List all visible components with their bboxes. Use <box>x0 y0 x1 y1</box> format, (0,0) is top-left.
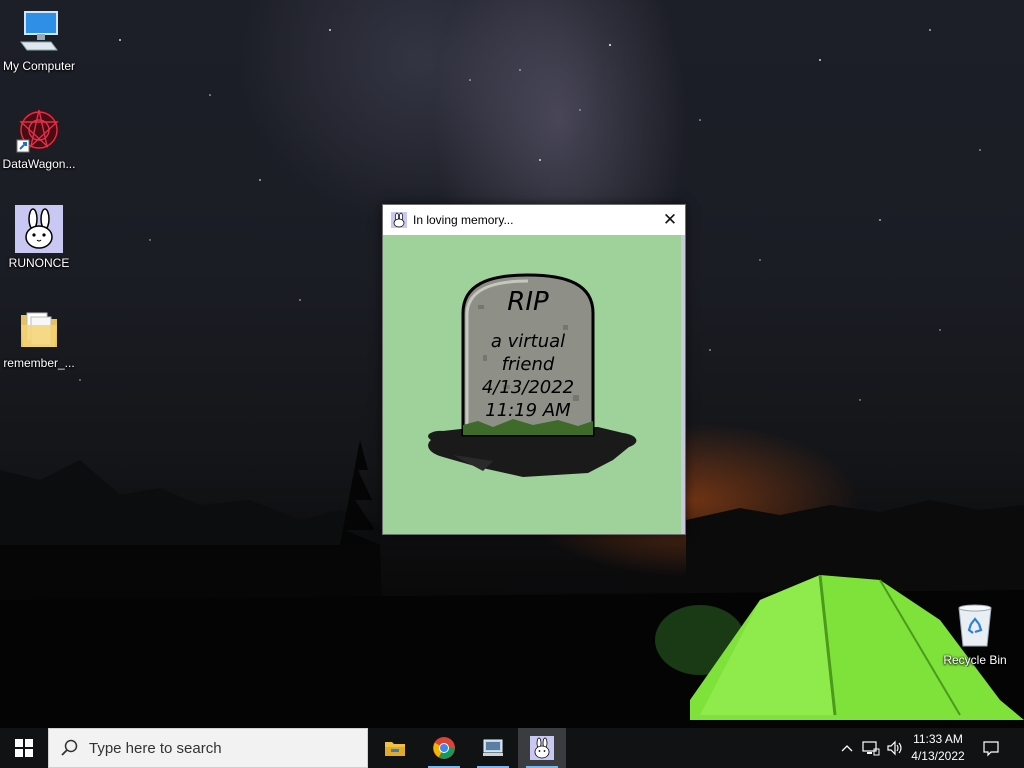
taskbar-network-app[interactable] <box>469 728 517 768</box>
window-content: RIP a virtual friend 4/13/2022 11:19 AM <box>383 235 681 534</box>
clock-date: 4/13/2022 <box>911 749 965 763</box>
taskbar-bunny-app[interactable] <box>518 728 566 768</box>
remember-folder-shortcut[interactable]: remember_... <box>1 305 77 370</box>
desktop-icon-label: My Computer <box>2 59 76 73</box>
file-explorer-icon <box>385 742 405 756</box>
clock-time: 11:33 AM <box>913 732 963 746</box>
datawagon-icon <box>15 106 63 154</box>
search-icon <box>61 739 78 756</box>
show-hidden-icons-button[interactable] <box>838 728 856 768</box>
datawagon-shortcut[interactable]: DataWagon... <box>1 106 77 171</box>
desktop-icon-label: Recycle Bin <box>943 653 1007 667</box>
notification-icon <box>983 741 999 757</box>
desktop-icon-label: DataWagon... <box>2 157 76 171</box>
runonce-shortcut[interactable]: RUNONCE <box>1 205 77 270</box>
network-icon <box>862 741 880 756</box>
tombstone-time: 11:19 AM <box>485 400 571 421</box>
bunny-app-icon <box>530 736 554 760</box>
network-status-button[interactable] <box>860 728 882 768</box>
bunny-icon <box>391 212 407 228</box>
recycle-bin-icon <box>951 602 999 650</box>
clock[interactable]: 11:33 AM 4/13/2022 <box>902 731 974 765</box>
recycle-bin-shortcut[interactable]: Recycle Bin <box>937 602 1013 667</box>
my-computer-shortcut[interactable]: My Computer <box>1 8 77 73</box>
search-placeholder: Type here to search <box>89 739 222 757</box>
bunny-icon <box>15 205 63 253</box>
network-app-icon <box>483 739 503 756</box>
close-icon: ✕ <box>662 210 678 229</box>
window-scrollbar[interactable] <box>681 235 685 534</box>
close-button[interactable]: ✕ <box>655 205 685 235</box>
tombstone-image: RIP a virtual friend 4/13/2022 11:19 AM <box>428 273 637 477</box>
chevron-up-icon <box>841 745 853 752</box>
action-center-button[interactable] <box>978 728 1004 768</box>
tombstone-line-3: friend <box>502 354 555 375</box>
tombstone-date: 4/13/2022 <box>482 377 574 398</box>
tombstone-rip: RIP <box>507 287 549 317</box>
computer-icon <box>15 8 63 56</box>
search-box[interactable]: Type here to search <box>48 728 368 768</box>
taskbar-chrome[interactable] <box>420 728 468 768</box>
chrome-icon <box>433 737 455 759</box>
desktop: My Computer DataWagon... RUNONCE remembe… <box>0 0 1024 728</box>
tombstone-line-2: a virtual <box>491 331 565 352</box>
taskbar-file-explorer[interactable] <box>371 728 419 768</box>
desktop-icon-label: RUNONCE <box>8 256 70 270</box>
taskbar: Type here to search 11:33 AM 4/13/2022 <box>0 728 1024 768</box>
desktop-icon-label: remember_... <box>3 356 75 370</box>
start-button[interactable] <box>0 728 48 768</box>
title-bar[interactable]: In loving memory... ✕ <box>383 205 685 235</box>
folder-icon <box>15 305 63 353</box>
window-title: In loving memory... <box>413 213 514 227</box>
windows-logo-icon <box>15 739 33 757</box>
memorial-window: In loving memory... ✕ RIP a virtual frie… <box>382 204 686 535</box>
